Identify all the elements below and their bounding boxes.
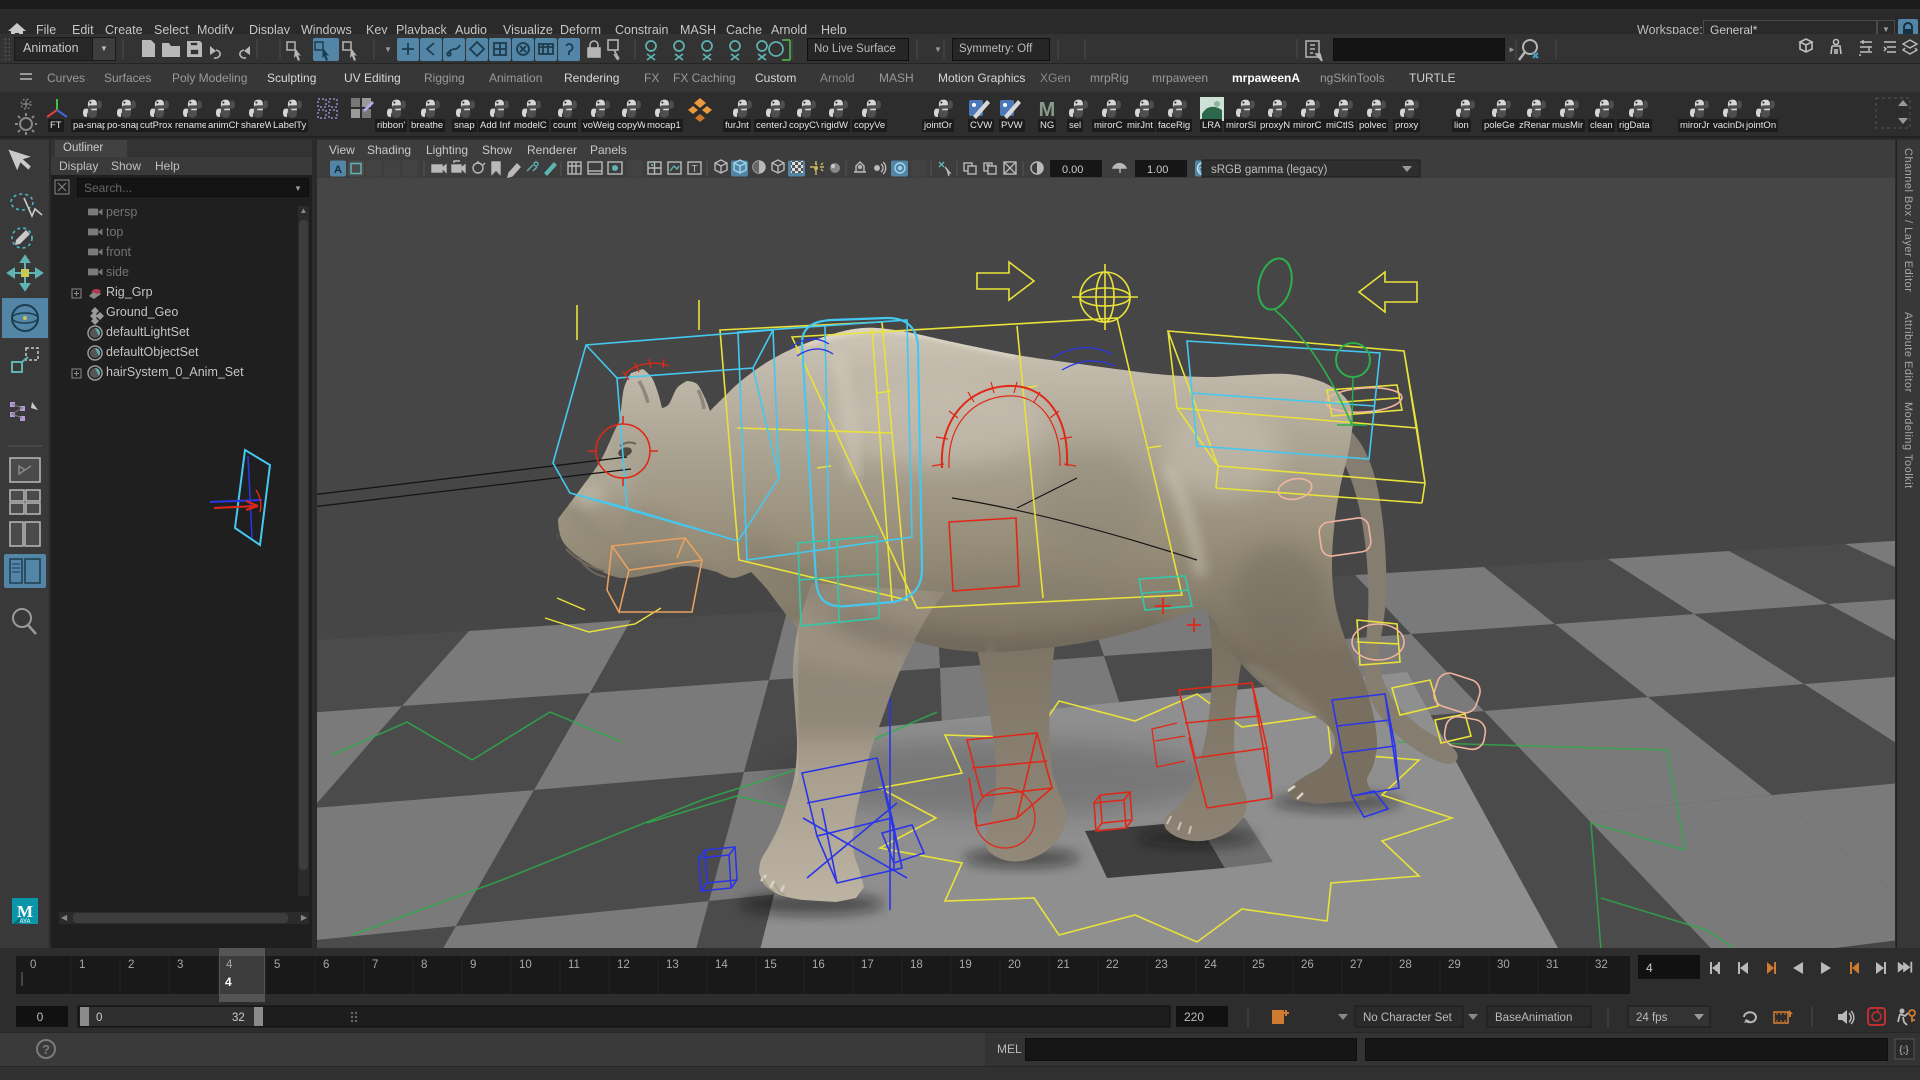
svg-text:BaseAnimation: BaseAnimation bbox=[1495, 1012, 1572, 1024]
svg-text:15: 15 bbox=[764, 959, 777, 971]
svg-text:19: 19 bbox=[959, 959, 972, 971]
svg-text:18: 18 bbox=[910, 959, 923, 971]
svg-text:No Character Set: No Character Set bbox=[1363, 1012, 1453, 1024]
svg-text:22: 22 bbox=[1106, 959, 1119, 971]
svg-text:{;}: {;} bbox=[1899, 1045, 1909, 1056]
svg-text:24 fps: 24 fps bbox=[1636, 1012, 1668, 1024]
svg-text:32: 32 bbox=[1595, 959, 1608, 971]
svg-text:8: 8 bbox=[421, 959, 427, 971]
svg-text:13: 13 bbox=[666, 959, 679, 971]
svg-text:sRGB gamma (legacy): sRGB gamma (legacy) bbox=[1211, 164, 1327, 176]
svg-text:3: 3 bbox=[177, 959, 183, 971]
svg-text:6: 6 bbox=[323, 959, 329, 971]
svg-text:0: 0 bbox=[96, 1012, 102, 1024]
svg-text:0: 0 bbox=[37, 1010, 44, 1024]
svg-text:220: 220 bbox=[1184, 1010, 1204, 1024]
svg-text:25: 25 bbox=[1252, 959, 1265, 971]
svg-text:27: 27 bbox=[1350, 959, 1363, 971]
svg-text:32: 32 bbox=[232, 1012, 245, 1024]
svg-text:28: 28 bbox=[1399, 959, 1412, 971]
svg-text:10: 10 bbox=[519, 959, 532, 971]
svg-text:A: A bbox=[334, 164, 342, 176]
svg-text:1.00: 1.00 bbox=[1147, 164, 1168, 176]
svg-text:12: 12 bbox=[617, 959, 630, 971]
svg-text:4: 4 bbox=[225, 975, 232, 989]
svg-text:7: 7 bbox=[372, 959, 378, 971]
svg-text:16: 16 bbox=[812, 959, 825, 971]
svg-text:21: 21 bbox=[1057, 959, 1070, 971]
svg-text:5: 5 bbox=[274, 959, 280, 971]
svg-text:29: 29 bbox=[1448, 959, 1461, 971]
svg-text:4: 4 bbox=[226, 959, 233, 971]
svg-text:T: T bbox=[691, 164, 697, 175]
svg-text:17: 17 bbox=[861, 959, 874, 971]
svg-text:24: 24 bbox=[1204, 959, 1217, 971]
svg-text:4: 4 bbox=[1646, 961, 1653, 975]
svg-text:2: 2 bbox=[128, 959, 134, 971]
svg-text:?: ? bbox=[42, 1042, 50, 1057]
svg-text:30: 30 bbox=[1497, 959, 1510, 971]
svg-text:23: 23 bbox=[1155, 959, 1168, 971]
svg-text:11: 11 bbox=[568, 959, 580, 971]
svg-text:14: 14 bbox=[715, 959, 728, 971]
svg-text:26: 26 bbox=[1301, 959, 1314, 971]
svg-text:AYA: AYA bbox=[19, 919, 30, 925]
svg-text:0: 0 bbox=[30, 959, 36, 971]
svg-text:M: M bbox=[1039, 99, 1056, 121]
svg-text:9: 9 bbox=[470, 959, 476, 971]
svg-text:1: 1 bbox=[79, 959, 85, 971]
svg-text:0.00: 0.00 bbox=[1062, 164, 1083, 176]
svg-text:31: 31 bbox=[1546, 959, 1559, 971]
svg-text:20: 20 bbox=[1008, 959, 1021, 971]
